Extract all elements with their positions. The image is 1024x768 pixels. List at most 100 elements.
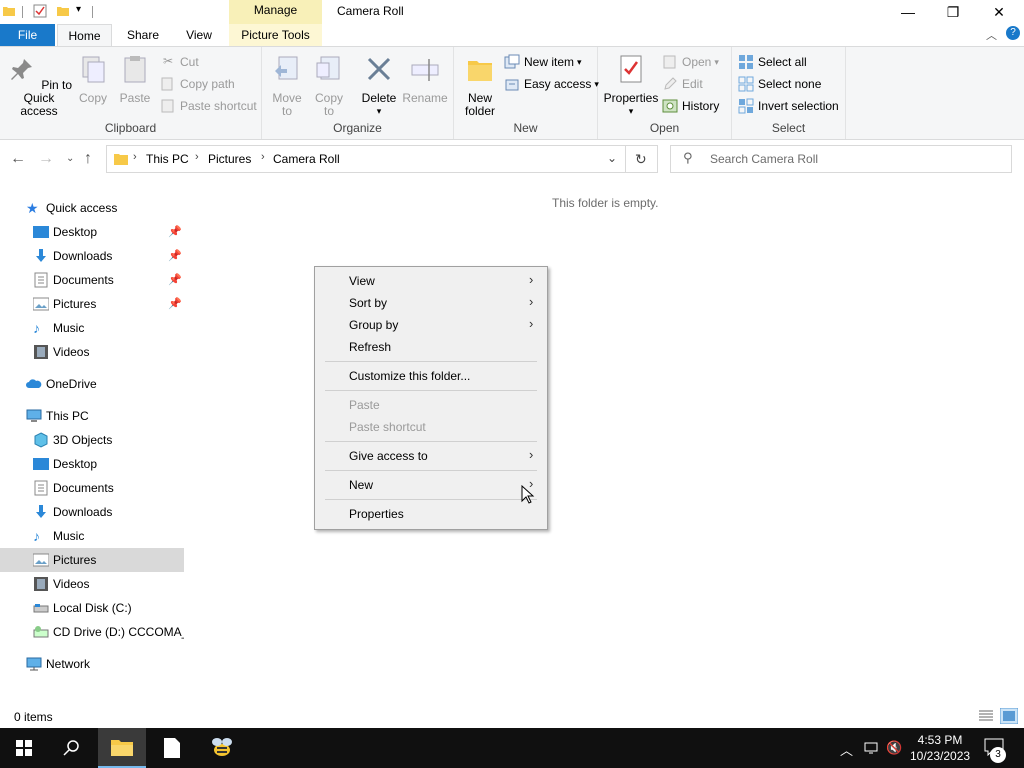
pin-icon[interactable]: 📌 (168, 225, 182, 238)
refresh-icon[interactable]: ↻ (635, 151, 647, 168)
nav-network[interactable]: Network (0, 652, 184, 676)
copy-to-button[interactable]: Copy to (310, 53, 348, 118)
menu-item-group-by[interactable]: Group by › (317, 314, 545, 336)
history-button[interactable]: History (662, 96, 719, 116)
minimize-button[interactable]: — (885, 0, 931, 24)
nav-item-music[interactable]: ♪ Music (0, 524, 184, 548)
windows-logo-icon (16, 740, 32, 756)
tab-view[interactable]: View (176, 24, 222, 46)
details-view-icon[interactable] (978, 709, 994, 723)
easy-access-button[interactable]: Easy access ▾ (504, 74, 599, 94)
nav-item-local-disk[interactable]: Local Disk (C:) (0, 596, 184, 620)
copy-label: Copy (78, 91, 107, 105)
help-icon[interactable]: ? (1006, 26, 1020, 40)
address-dropdown-icon[interactable]: ⌄ (607, 151, 617, 165)
copy-path-label: Copy path (180, 77, 235, 91)
nav-onedrive[interactable]: OneDrive (0, 372, 184, 396)
menu-item-sort-by[interactable]: Sort by › (317, 292, 545, 314)
large-icons-view-icon[interactable] (1000, 708, 1018, 724)
tab-share[interactable]: Share (118, 24, 168, 46)
move-to-button[interactable]: Move to (268, 53, 306, 118)
menu-item-refresh[interactable]: Refresh (317, 336, 545, 358)
breadcrumb-chevron-icon[interactable]: › (195, 151, 199, 163)
menu-item-give-access[interactable]: Give access to › (317, 445, 545, 467)
nav-item-videos[interactable]: Videos (0, 340, 184, 364)
select-none-button[interactable]: Select none (738, 74, 821, 94)
nav-quick-access[interactable]: ★ Quick access (0, 196, 184, 220)
new-item-button[interactable]: New item ▾ (504, 52, 582, 72)
nav-item-documents[interactable]: Documents (0, 476, 184, 500)
network-status-icon[interactable] (863, 740, 879, 756)
properties-icon[interactable] (33, 4, 47, 18)
menu-item-new[interactable]: New › (317, 474, 545, 496)
pin-icon[interactable]: 📌 (168, 297, 182, 310)
nav-item-music[interactable]: ♪ Music (0, 316, 184, 340)
nav-this-pc[interactable]: This PC (0, 404, 184, 428)
up-arrow-icon[interactable]: ↑ (84, 150, 92, 168)
nav-item-cd-drive[interactable]: CD Drive (D:) CCCOMA_X (0, 620, 184, 644)
address-bar[interactable]: › This PC › Pictures › Camera Roll ⌄ ↻ (106, 145, 658, 173)
nav-item-downloads[interactable]: Downloads (0, 500, 184, 524)
breadcrumb-camera-roll[interactable]: Camera Roll (273, 152, 340, 166)
menu-item-view[interactable]: View › (317, 270, 545, 292)
menu-item-properties[interactable]: Properties (317, 503, 545, 525)
nav-item-videos[interactable]: Videos (0, 572, 184, 596)
forward-arrow-icon[interactable]: → (38, 150, 54, 168)
breadcrumb-chevron-icon[interactable]: › (261, 151, 265, 163)
collapse-ribbon-icon[interactable]: ︿ (986, 27, 997, 43)
volume-muted-icon[interactable]: 🔇 (886, 740, 902, 756)
recent-locations-icon[interactable]: ⌄ (66, 153, 74, 164)
file-explorer-taskbar-button[interactable] (98, 728, 146, 768)
nav-item-downloads[interactable]: Downloads 📌 (0, 244, 184, 268)
nav-item-pictures[interactable]: Pictures (0, 548, 184, 572)
breadcrumb-pictures[interactable]: Pictures (208, 152, 251, 166)
properties-button[interactable]: Properties ▾ (602, 53, 660, 118)
delete-button[interactable]: Delete ▾ (358, 53, 400, 118)
new-folder-label: New folder (464, 91, 496, 118)
pin-icon[interactable]: 📌 (168, 249, 182, 262)
documents-icon (34, 480, 48, 496)
menu-label: View (349, 274, 375, 288)
tab-picture-tools[interactable]: Picture Tools (229, 24, 322, 46)
menu-label: Refresh (349, 340, 392, 354)
tab-home[interactable]: Home (57, 24, 112, 46)
paste-shortcut-button[interactable]: Paste shortcut (160, 96, 257, 116)
tab-file[interactable]: File (0, 24, 55, 46)
restore-button[interactable]: ❐ (930, 0, 976, 24)
cut-button[interactable]: ✂ Cut (160, 52, 199, 72)
open-button[interactable]: Open ▾ (662, 52, 719, 72)
qat-dropdown-icon[interactable]: ▾ (76, 4, 81, 15)
back-arrow-icon[interactable]: ← (10, 150, 26, 168)
nav-item-desktop[interactable]: Desktop 📌 (0, 220, 184, 244)
new-folder-icon[interactable] (56, 4, 70, 18)
delete-x-icon (367, 57, 391, 81)
invert-selection-button[interactable]: Invert selection (738, 96, 839, 116)
search-box[interactable]: ⚲ Search Camera Roll (670, 145, 1012, 173)
start-button[interactable] (0, 728, 48, 768)
menu-item-paste[interactable]: Paste (317, 394, 545, 416)
close-button[interactable]: ✕ (976, 0, 1022, 24)
breadcrumb-chevron-icon[interactable]: › (133, 151, 137, 163)
nav-item-documents[interactable]: Documents 📌 (0, 268, 184, 292)
paste-button[interactable]: Paste (116, 53, 154, 105)
history-label: History (682, 99, 720, 113)
copy-button[interactable]: Copy (74, 53, 112, 105)
nav-item-desktop[interactable]: Desktop (0, 452, 184, 476)
clock[interactable]: 4:53 PM 10/23/2023 (910, 732, 970, 764)
show-hidden-icons-icon[interactable]: ︿ (840, 740, 853, 759)
pin-icon[interactable]: 📌 (168, 273, 182, 286)
notepad-taskbar-button[interactable] (148, 728, 196, 768)
select-all-button[interactable]: Select all (738, 52, 807, 72)
menu-item-customize[interactable]: Customize this folder... (317, 365, 545, 387)
nav-item-pictures[interactable]: Pictures 📌 (0, 292, 184, 316)
new-folder-button[interactable]: New folder (458, 53, 502, 118)
pin-quick-access-button[interactable]: Pin to Quick access (4, 53, 74, 118)
search-button[interactable] (48, 728, 96, 768)
nav-item-3d-objects[interactable]: 3D Objects (0, 428, 184, 452)
copy-path-button[interactable]: Copy path (160, 74, 235, 94)
menu-item-paste-shortcut[interactable]: Paste shortcut (317, 416, 545, 438)
app-taskbar-button[interactable] (198, 728, 246, 768)
breadcrumb-this-pc[interactable]: This PC (146, 152, 189, 166)
edit-button[interactable]: Edit (662, 74, 703, 94)
rename-button[interactable]: Rename (402, 53, 448, 105)
